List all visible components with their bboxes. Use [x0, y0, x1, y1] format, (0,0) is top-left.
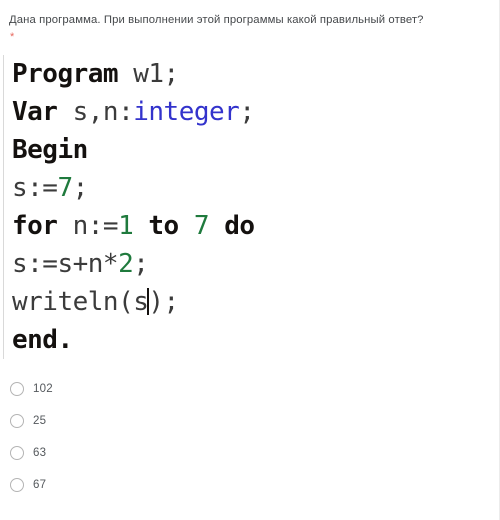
- line-program: Program w1;: [12, 55, 493, 93]
- line-for: for n:=1 to 7 do: [12, 207, 493, 245]
- option-label: 63: [33, 447, 47, 459]
- code-token-keyword: Begin: [12, 135, 88, 165]
- code-token-plain: w1;: [118, 59, 179, 89]
- code-token-plain: ;: [133, 249, 149, 279]
- quiz-question-page: Дана программа. При выполнении этой прог…: [0, 0, 500, 520]
- code-token-plain: n:=: [57, 211, 119, 241]
- option-label: 102: [33, 383, 53, 395]
- code-token-number: 1: [118, 211, 134, 241]
- code-token-plain: ;: [239, 97, 255, 127]
- code-token-plain: ;: [72, 173, 89, 203]
- code-token-plain: writeln(s: [12, 287, 149, 317]
- code-token-number: 7: [193, 211, 210, 241]
- question-text: Дана программа. При выполнении этой прог…: [9, 14, 424, 26]
- line-end: end.: [12, 321, 493, 359]
- option-label: 25: [33, 415, 47, 427]
- code-token-number: 7: [57, 173, 73, 203]
- radio-button-icon[interactable]: [10, 414, 24, 428]
- radio-button-icon[interactable]: [10, 478, 24, 492]
- radio-button-icon[interactable]: [10, 382, 24, 396]
- line-sum: s:=s+n*2;: [12, 245, 493, 283]
- code-token-keyword: Var: [12, 97, 58, 127]
- answer-options-list: 102 25 63 67: [0, 373, 499, 501]
- code-token-plain: s,n:: [57, 97, 134, 127]
- code-token-plain: s:=: [12, 173, 58, 203]
- option-67[interactable]: 67: [10, 469, 499, 501]
- code-token-plain: );: [148, 287, 179, 317]
- code-lines: Program w1; Var s,n:integer; Begin s:=7; for…: [12, 55, 493, 359]
- code-token-keyword: Program: [12, 59, 119, 89]
- code-block: Program w1; Var s,n:integer; Begin s:=7; for…: [0, 55, 499, 359]
- line-assign-s: s:=7;: [12, 169, 493, 207]
- line-var: Var s,n:integer;: [12, 93, 493, 131]
- code-token-plain: s:=s+n*: [12, 249, 119, 279]
- code-token-type: integer: [133, 97, 240, 127]
- line-writeln: writeln(s);: [12, 283, 493, 321]
- required-asterisk: *: [10, 31, 15, 43]
- code-token-keyword: to: [148, 211, 179, 241]
- code-token-keyword: do: [224, 211, 255, 241]
- code-token-keyword: for: [12, 211, 58, 241]
- radio-button-icon[interactable]: [10, 446, 24, 460]
- option-label: 67: [33, 479, 47, 491]
- code-token-keyword: end.: [12, 325, 73, 355]
- code-token-number: 2: [118, 249, 134, 279]
- question-block: Дана программа. При выполнении этой прог…: [0, 0, 499, 43]
- code-left-rule: [3, 55, 4, 359]
- line-begin: Begin: [12, 131, 493, 169]
- option-25[interactable]: 25: [10, 405, 499, 437]
- option-63[interactable]: 63: [10, 437, 499, 469]
- option-102[interactable]: 102: [10, 373, 499, 405]
